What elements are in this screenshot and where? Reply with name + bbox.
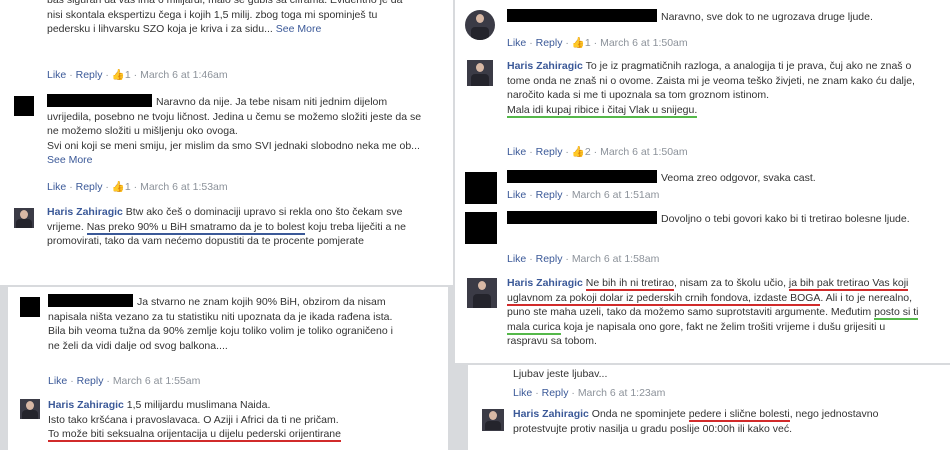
avatar[interactable] (14, 96, 34, 116)
like-count[interactable]: 2 (585, 146, 591, 158)
comment: Haris Zahiragic Btw ako češ o dominaciji… (0, 200, 453, 285)
comment-panel-top-left: baš siguran da vas ima 6 milijardi, malo… (0, 0, 453, 285)
comment-timestamp[interactable]: March 6 at 1:58am (572, 253, 660, 265)
like-link[interactable]: Like (507, 146, 526, 158)
like-link[interactable]: Like (507, 37, 526, 49)
avatar[interactable] (465, 172, 497, 204)
comment-text: Haris Zahiragic Ne bih ih ni tretirao, n… (507, 277, 919, 347)
author-name[interactable]: Haris Zahiragic (48, 399, 124, 411)
like-link[interactable]: Like (507, 253, 526, 265)
thumbs-up-icon[interactable]: 👍 (112, 68, 125, 81)
redacted-name (48, 294, 133, 307)
comment-text: Haris Zahiragic 1,5 milijardu muslimana … (48, 399, 341, 442)
comment-text: Ljubav jeste ljubav... (513, 368, 608, 380)
thumbs-up-icon[interactable]: 👍 (572, 36, 585, 49)
comment-text: Naravno da nije. Ja tebe nisam niti jedn… (47, 94, 422, 166)
comment-text: Dovoljno o tebi govori kako bi ti tretir… (507, 211, 927, 227)
reply-link[interactable]: Reply (76, 69, 103, 81)
redacted-name (507, 170, 657, 183)
comment-timestamp[interactable]: March 6 at 1:53am (140, 181, 228, 193)
comment-actions: Like · Reply · 👍1 · March 6 at 1:53am (47, 180, 228, 193)
comment-actions: Like · Reply · March 6 at 1:58am (507, 253, 660, 265)
see-more-link[interactable]: See More (276, 23, 322, 35)
comment: Ljubav jeste ljubav... Like · Reply · Ma… (468, 365, 950, 405)
comment: Haris Zahiragic 1,5 milijardu muslimana … (8, 391, 448, 450)
reply-link[interactable]: Reply (77, 375, 104, 387)
comment-actions: Like · Reply · 👍1 · March 6 at 1:46am (47, 68, 228, 81)
avatar[interactable] (467, 278, 497, 308)
comment: Dovoljno o tebi govori kako bi ti tretir… (455, 207, 950, 272)
like-count[interactable]: 1 (585, 37, 591, 49)
comment-text: Naravno, sve dok to ne ugrozava druge lj… (507, 9, 927, 25)
comment-text: Ja stvarno ne znam kojih 90% BiH, obziro… (48, 294, 393, 352)
like-link[interactable]: Like (47, 69, 66, 81)
reply-link[interactable]: Reply (76, 181, 103, 193)
reply-link[interactable]: Reply (536, 146, 563, 158)
comment-timestamp[interactable]: March 6 at 1:50am (600, 146, 688, 158)
comment-panel-bottom-left: Ja stvarno ne znam kojih 90% BiH, obziro… (8, 287, 448, 450)
comment: Naravno, sve dok to ne ugrozava druge lj… (455, 0, 950, 55)
like-link[interactable]: Like (47, 181, 66, 193)
reply-link[interactable]: Reply (536, 253, 563, 265)
comment-panel-bottom-right: Ljubav jeste ljubav... Like · Reply · Ma… (468, 365, 950, 450)
comment: Naravno da nije. Ja tebe nisam niti jedn… (0, 88, 453, 200)
author-name[interactable]: Haris Zahiragic (507, 60, 583, 72)
avatar[interactable] (482, 409, 504, 431)
thumbs-up-icon[interactable]: 👍 (572, 145, 585, 158)
redacted-name (507, 9, 657, 22)
see-more-link[interactable]: See More (47, 154, 93, 166)
comment-actions: Like · Reply · March 6 at 1:55am (48, 375, 201, 387)
redacted-name (47, 94, 152, 107)
redacted-name (507, 211, 657, 224)
avatar[interactable] (465, 10, 495, 40)
like-count[interactable]: 1 (125, 69, 131, 81)
comment: baš siguran da vas ima 6 milijardi, malo… (0, 0, 453, 88)
comment-text: Haris Zahiragic To je iz pragmatičnih ra… (507, 60, 915, 118)
comment-timestamp[interactable]: March 6 at 1:50am (600, 37, 688, 49)
comment-timestamp[interactable]: March 6 at 1:51am (572, 189, 660, 201)
reply-link[interactable]: Reply (536, 37, 563, 49)
author-name[interactable]: Haris Zahiragic (513, 408, 589, 420)
avatar[interactable] (20, 399, 40, 419)
thumbs-up-icon[interactable]: 👍 (112, 180, 125, 193)
comment-actions: Like · Reply · March 6 at 1:51am (507, 189, 660, 201)
comment-text: Veoma zreo odgovor, svaka cast. (507, 170, 927, 186)
comment-text: baš siguran da vas ima 6 milijardi, malo… (47, 0, 403, 35)
comment-actions: Like · Reply · 👍1 · March 6 at 1:50am (507, 36, 688, 49)
like-count[interactable]: 1 (125, 181, 131, 193)
comment: Haris Zahiragic Ne bih ih ni tretirao, n… (455, 272, 950, 363)
author-name[interactable]: Haris Zahiragic (47, 206, 123, 218)
avatar[interactable] (465, 212, 497, 244)
like-link[interactable]: Like (48, 375, 67, 387)
avatar[interactable] (14, 208, 34, 228)
avatar[interactable] (20, 297, 40, 317)
avatar[interactable] (467, 60, 493, 86)
comment: Ja stvarno ne znam kojih 90% BiH, obziro… (8, 287, 448, 391)
comment: Veoma zreo odgovor, svaka cast. Like · R… (455, 165, 950, 207)
reply-link[interactable]: Reply (542, 387, 569, 399)
comment-actions: Like · Reply · 👍2 · March 6 at 1:50am (507, 145, 688, 158)
comment-actions: Like · Reply · March 6 at 1:23am (513, 387, 666, 399)
comment: Haris Zahiragic To je iz pragmatičnih ra… (455, 55, 950, 165)
comment-panel-right: Naravno, sve dok to ne ugrozava druge lj… (455, 0, 950, 363)
comment-text: Haris Zahiragic Onda ne spominjete peder… (513, 408, 879, 435)
like-link[interactable]: Like (507, 189, 526, 201)
comment: Haris Zahiragic Onda ne spominjete peder… (468, 405, 950, 450)
comment-timestamp[interactable]: March 6 at 1:46am (140, 69, 228, 81)
comment-timestamp[interactable]: March 6 at 1:55am (113, 375, 201, 387)
comment-text: Haris Zahiragic Btw ako češ o dominaciji… (47, 206, 406, 247)
comment-timestamp[interactable]: March 6 at 1:23am (578, 387, 666, 399)
like-link[interactable]: Like (513, 387, 532, 399)
author-name[interactable]: Haris Zahiragic (507, 277, 583, 289)
reply-link[interactable]: Reply (536, 189, 563, 201)
